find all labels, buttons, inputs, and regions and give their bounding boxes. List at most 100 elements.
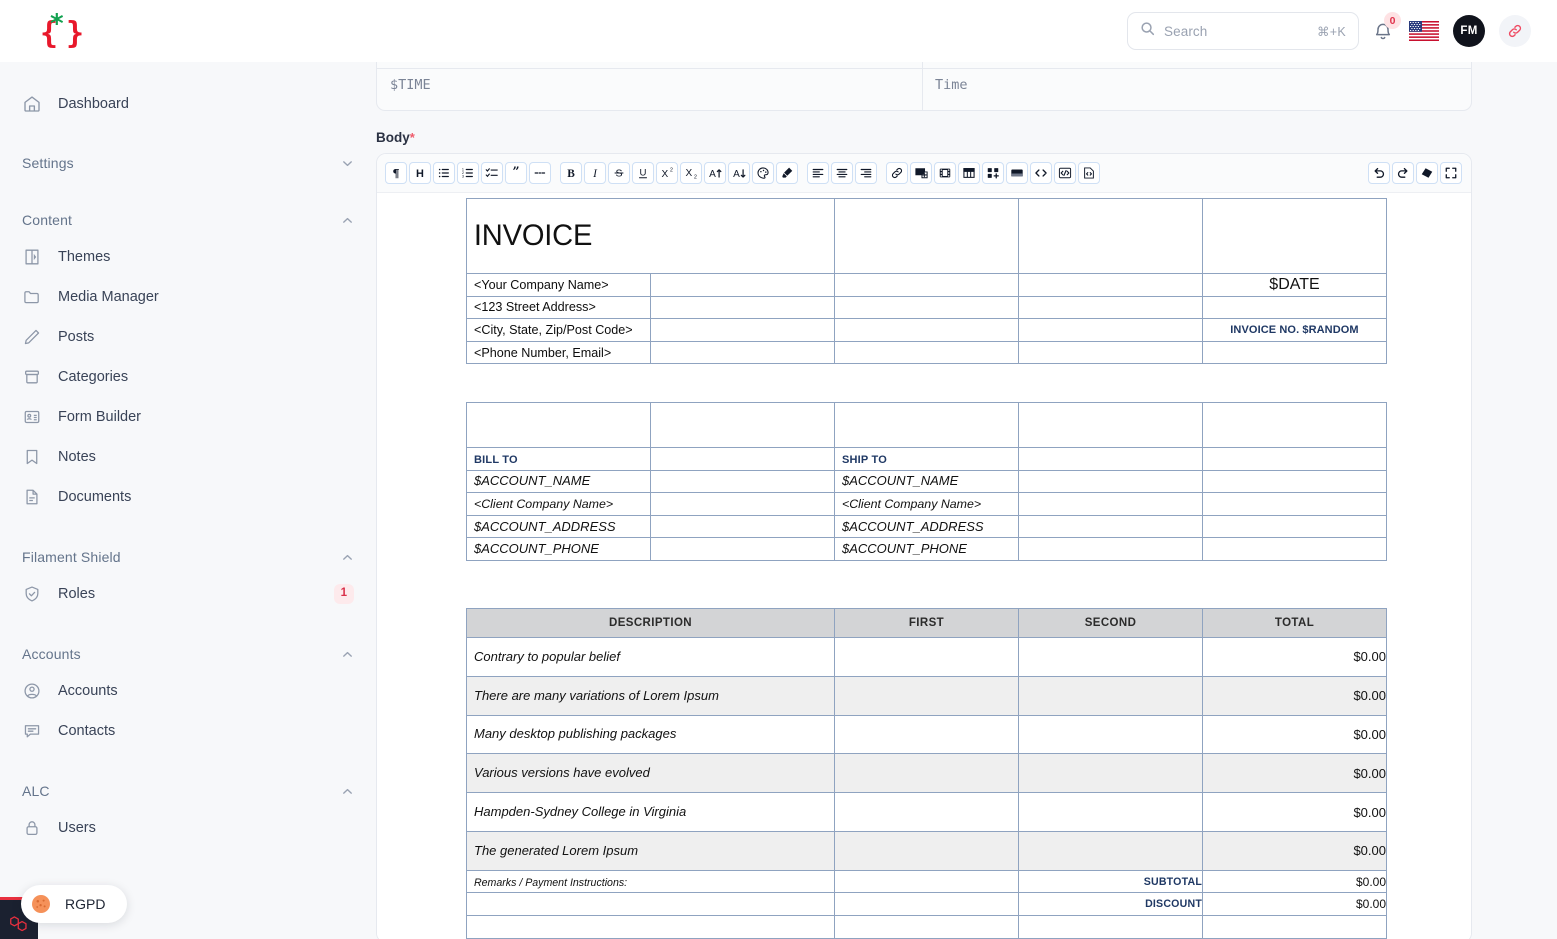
sidebar-item-accounts[interactable]: Accounts (0, 671, 376, 711)
checklist-button[interactable] (481, 162, 503, 184)
svg-text:A: A (733, 169, 740, 180)
body-label-text: Body (376, 130, 410, 145)
time-field-card: $TIME Time (376, 62, 1472, 111)
italic-button[interactable]: I (584, 162, 606, 184)
sidebar-item-media-manager[interactable]: Media Manager (0, 277, 376, 317)
subscript-button[interactable]: X 2 (680, 162, 702, 184)
total-label: SUBTOTAL (1018, 869, 1203, 894)
redo-button[interactable] (1392, 162, 1414, 184)
chevron-down-icon (341, 157, 354, 170)
item-total: $0.00 (1202, 830, 1387, 871)
blockquote-button[interactable]: ” (505, 162, 527, 184)
bookmark-icon (22, 447, 42, 467)
insert-image-button[interactable] (910, 162, 932, 184)
extra-row (466, 914, 1387, 939)
insert-video-button[interactable] (934, 162, 956, 184)
svg-text:”: ” (512, 166, 519, 179)
undo-button[interactable] (1368, 162, 1390, 184)
paragraph-button[interactable]: ¶ (385, 162, 407, 184)
sidebar-item-documents[interactable]: Documents (0, 477, 376, 517)
item-total: $0.00 (1202, 753, 1387, 794)
item-first (834, 714, 1019, 755)
underline-button[interactable]: U (632, 162, 654, 184)
table-row: Contrary to popular belief $0.00 (466, 637, 1387, 677)
time-token-value[interactable]: $TIME (390, 77, 431, 93)
company-line: <City, State, Zip/Post Code> (474, 322, 633, 337)
code-button[interactable] (1030, 162, 1052, 184)
invoice-bill-ship-table: BILL TO SHIP TO $ACCOUNT_NAME $ACCOUNT_N… (466, 402, 1387, 561)
item-first (834, 637, 1019, 677)
total-value: $0.00 (1202, 892, 1387, 916)
link-button[interactable] (886, 162, 908, 184)
total-label: DISCOUNT (1018, 892, 1203, 916)
align-left-button[interactable] (807, 162, 829, 184)
top-header-bar: { } * Search ⌘+K 0 (0, 0, 1557, 62)
insert-grid-button[interactable] (982, 162, 1004, 184)
sidebar-group-filament-shield[interactable]: Filament Shield (0, 540, 376, 574)
link-icon[interactable] (1499, 15, 1531, 47)
us-flag-icon[interactable] (1409, 21, 1439, 41)
sidebar-group-label: Filament Shield (22, 549, 121, 565)
rgpd-label: RGPD (65, 896, 106, 912)
time-field-label: Time (935, 77, 968, 93)
sidebar-item-label: Media Manager (58, 289, 159, 305)
cookie-icon (31, 894, 51, 914)
sidebar-item-themes[interactable]: Themes (0, 237, 376, 277)
bill-to-line: <Client Company Name> (474, 496, 614, 511)
sidebar-item-dashboard[interactable]: Dashboard (0, 84, 376, 124)
svg-text:3: 3 (462, 175, 464, 179)
search-input[interactable]: Search ⌘+K (1127, 12, 1359, 50)
heading-button[interactable]: H (409, 162, 431, 184)
strikethrough-button[interactable]: S (608, 162, 630, 184)
body-field-label: Body* (376, 130, 415, 145)
sidebar-item-form-builder[interactable]: Form Builder (0, 397, 376, 437)
sidebar-group-alc[interactable]: ALC (0, 774, 376, 808)
highlight-button[interactable] (776, 162, 798, 184)
svg-text:U: U (640, 168, 647, 179)
source-view-button[interactable] (1078, 162, 1100, 184)
sidebar-item-users[interactable]: Users (0, 808, 376, 848)
body-rich-text-editor: ¶ H 1 2 3 ” B I U X 2 X 2 A A INVOICE <Y… (376, 153, 1472, 939)
increase-font-size-button[interactable]: A (704, 162, 726, 184)
insert-hero-button[interactable] (1006, 162, 1028, 184)
align-right-button[interactable] (855, 162, 877, 184)
bold-button[interactable]: B (560, 162, 582, 184)
sidebar-item-posts[interactable]: Posts (0, 317, 376, 357)
bullet-list-button[interactable] (433, 162, 455, 184)
sidebar-item-contacts[interactable]: Contacts (0, 711, 376, 751)
sidebar-item-label: Roles (58, 586, 96, 602)
user-avatar[interactable]: FM (1453, 15, 1485, 47)
sidebar-item-notes[interactable]: Notes (0, 437, 376, 477)
notifications-button[interactable]: 0 (1373, 12, 1401, 44)
theme-page-icon (22, 247, 42, 267)
sidebar-group-settings[interactable]: Settings (0, 146, 376, 180)
text-color-button[interactable] (752, 162, 774, 184)
horizontal-rule-button[interactable] (529, 162, 551, 184)
editor-toolbar: ¶ H 1 2 3 ” B I U X 2 X 2 A A (377, 154, 1471, 193)
sidebar-item-roles[interactable]: Roles 1 (0, 574, 376, 614)
align-center-button[interactable] (831, 162, 853, 184)
code-block-button[interactable] (1054, 162, 1076, 184)
editor-content-invoice[interactable]: INVOICE <Your Company Name> $DATE <123 S… (377, 193, 1471, 939)
id-card-icon (22, 407, 42, 427)
sidebar-group-accounts[interactable]: Accounts (0, 637, 376, 671)
roles-count-badge: 1 (333, 584, 354, 604)
fullscreen-button[interactable] (1440, 162, 1462, 184)
insert-table-button[interactable] (958, 162, 980, 184)
ordered-list-button[interactable]: 1 2 3 (457, 162, 479, 184)
column-header: TOTAL (1202, 608, 1387, 638)
item-description: Hampden-Sydney College in Virginia (474, 804, 687, 820)
curly-braces-asterisk-logo[interactable]: { } * (38, 9, 84, 54)
sidebar-item-label: Dashboard (58, 96, 129, 112)
table-row: Hampden-Sydney College in Virginia $0.00 (466, 792, 1387, 832)
svg-text:2: 2 (693, 174, 696, 180)
rgpd-cookie-button[interactable]: RGPD (21, 885, 128, 923)
sidebar-item-categories[interactable]: Categories (0, 357, 376, 397)
sidebar-group-content[interactable]: Content (0, 203, 376, 237)
clear-format-button[interactable] (1416, 162, 1438, 184)
item-description: Contrary to popular belief (474, 648, 620, 664)
decrease-font-size-button[interactable]: A (728, 162, 750, 184)
svg-text:2: 2 (669, 168, 672, 174)
superscript-button[interactable]: X 2 (656, 162, 678, 184)
bill-to-line: $ACCOUNT_ADDRESS (474, 518, 616, 534)
